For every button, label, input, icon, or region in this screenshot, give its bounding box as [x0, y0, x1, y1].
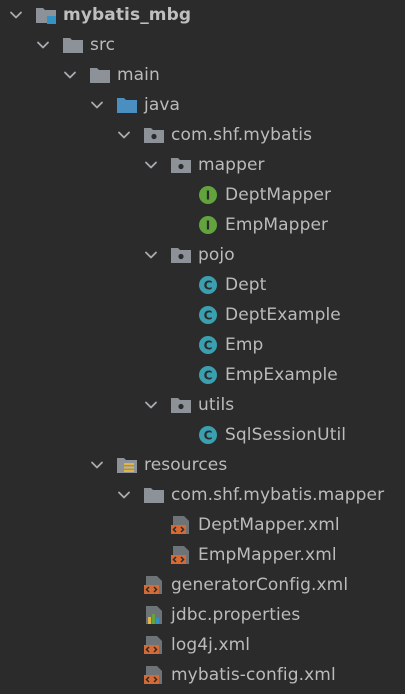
tree-node-log4j-xml[interactable]: log4j.xml [0, 630, 405, 660]
tree-node-sqlsessionutil[interactable]: C SqlSessionUtil [0, 420, 405, 450]
tree-node-label: SqlSessionUtil [225, 425, 347, 445]
tree-node-dept[interactable]: C Dept [0, 270, 405, 300]
svg-text:C: C [204, 279, 213, 293]
tree-node-main[interactable]: main [0, 60, 405, 90]
package-icon [170, 155, 192, 175]
tree-node-com-shf-mybatis[interactable]: com.shf.mybatis [0, 120, 405, 150]
svg-text:C: C [204, 369, 213, 383]
svg-text:I: I [206, 219, 210, 233]
tree-node-label: generatorConfig.xml [171, 575, 349, 595]
xml-file-icon [170, 515, 192, 535]
class-icon: C [197, 365, 219, 385]
package-icon [170, 245, 192, 265]
xml-file-icon [143, 575, 165, 595]
xml-file-icon [143, 665, 165, 685]
tree-node-mapper[interactable]: mapper [0, 150, 405, 180]
chevron-down-icon[interactable] [143, 157, 159, 173]
tree-node-label: main [117, 65, 160, 85]
class-icon: C [197, 335, 219, 355]
tree-node-deptexample[interactable]: C DeptExample [0, 300, 405, 330]
tree-node-label: EmpExample [225, 365, 338, 385]
tree-node-com-shf-mybatis-mapper[interactable]: com.shf.mybatis.mapper [0, 480, 405, 510]
tree-node-empmapper-xml[interactable]: EmpMapper.xml [0, 540, 405, 570]
tree-node-src[interactable]: src [0, 30, 405, 60]
package-icon [143, 125, 165, 145]
source-folder-icon [116, 95, 138, 115]
xml-file-icon [170, 545, 192, 565]
tree-node-label: log4j.xml [171, 635, 251, 655]
resources-folder-icon [116, 455, 138, 475]
tree-node-label: src [90, 35, 116, 55]
tree-node-deptmapper-xml[interactable]: DeptMapper.xml [0, 510, 405, 540]
module-folder-icon [35, 5, 57, 25]
interface-icon: I [197, 185, 219, 205]
chevron-down-icon[interactable] [35, 37, 51, 53]
folder-icon [143, 485, 165, 505]
tree-node-generatorconfig-xml[interactable]: generatorConfig.xml [0, 570, 405, 600]
svg-text:C: C [204, 309, 213, 323]
chevron-down-icon[interactable] [143, 247, 159, 263]
tree-node-label: java [144, 95, 181, 115]
class-icon: C [197, 275, 219, 295]
interface-icon: I [197, 215, 219, 235]
tree-node-deptmapper[interactable]: I DeptMapper [0, 180, 405, 210]
chevron-down-icon[interactable] [62, 67, 78, 83]
tree-node-empmapper[interactable]: I EmpMapper [0, 210, 405, 240]
svg-text:C: C [204, 339, 213, 353]
chevron-down-icon[interactable] [8, 7, 24, 23]
tree-node-label: pojo [198, 245, 235, 265]
tree-node-label: mybatis_mbg [63, 5, 192, 25]
chevron-down-icon[interactable] [143, 397, 159, 413]
tree-node-label: EmpMapper [225, 215, 329, 235]
chevron-down-icon[interactable] [89, 457, 105, 473]
tree-node-label: mybatis-config.xml [171, 665, 336, 685]
chevron-down-icon[interactable] [116, 127, 132, 143]
tree-node-label: mapper [198, 155, 265, 175]
svg-text:C: C [204, 429, 213, 443]
tree-node-label: com.shf.mybatis [171, 125, 313, 145]
tree-node-utils[interactable]: utils [0, 390, 405, 420]
xml-file-icon [143, 635, 165, 655]
folder-icon [89, 65, 111, 85]
tree-node-label: jdbc.properties [171, 605, 301, 625]
tree-node-java[interactable]: java [0, 90, 405, 120]
package-icon [170, 395, 192, 415]
class-icon: C [197, 425, 219, 445]
tree-node-label: DeptMapper [225, 185, 332, 205]
folder-icon [62, 35, 84, 55]
class-icon: C [197, 305, 219, 325]
chevron-down-icon[interactable] [89, 97, 105, 113]
properties-file-icon [143, 605, 165, 625]
project-tree: mybatis_mbgsrc main java com.shf.mybatis map… [0, 0, 405, 694]
tree-node-label: Dept [225, 275, 267, 295]
tree-node-label: com.shf.mybatis.mapper [171, 485, 385, 505]
tree-node-label: resources [144, 455, 228, 475]
tree-node-empexample[interactable]: C EmpExample [0, 360, 405, 390]
tree-node-emp[interactable]: C Emp [0, 330, 405, 360]
tree-node-jdbc-properties[interactable]: jdbc.properties [0, 600, 405, 630]
tree-node-label: DeptMapper.xml [198, 515, 340, 535]
tree-node-resources[interactable]: resources [0, 450, 405, 480]
tree-node-label: utils [198, 395, 235, 415]
tree-node-label: EmpMapper.xml [198, 545, 337, 565]
tree-node-label: Emp [225, 335, 264, 355]
tree-node-mybatis-config-xml[interactable]: mybatis-config.xml [0, 660, 405, 690]
svg-text:I: I [206, 189, 210, 203]
chevron-down-icon[interactable] [116, 487, 132, 503]
tree-node-pojo[interactable]: pojo [0, 240, 405, 270]
tree-node-label: DeptExample [225, 305, 341, 325]
tree-node-mybatis-mbg[interactable]: mybatis_mbg [0, 0, 405, 30]
